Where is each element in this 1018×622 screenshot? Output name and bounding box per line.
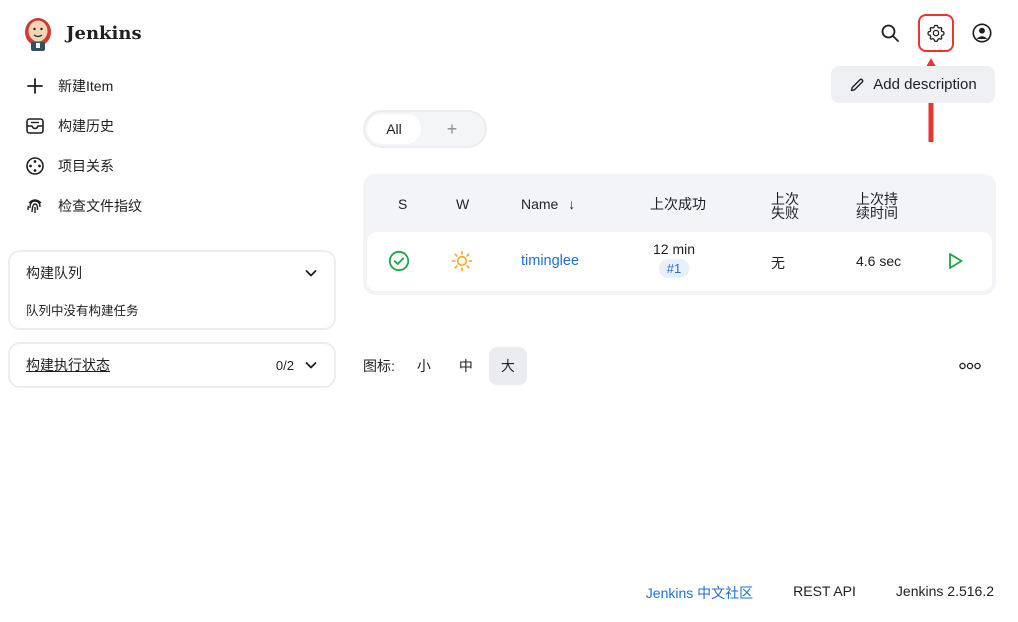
sidebar-item-fingerprint[interactable]: 检查文件指纹 <box>22 186 332 226</box>
chevron-down-icon <box>305 362 317 369</box>
view-tabs: All + <box>363 110 487 148</box>
executor-count: 0/2 <box>275 357 294 373</box>
more-horizontal-icon <box>959 362 981 370</box>
col-last-success-header[interactable]: 上次成功 <box>650 197 706 211</box>
fingerprint-icon <box>24 195 46 217</box>
pencil-icon <box>851 78 864 91</box>
rest-api-link[interactable]: REST API <box>793 583 856 603</box>
executor-status-header: 构建执行状态 0/2 <box>10 344 334 386</box>
sunny-weather-icon <box>451 250 473 275</box>
build-queue-header[interactable]: 构建队列 <box>10 252 334 294</box>
sidebar-item-label: 构建历史 <box>58 118 114 134</box>
col-last-duration-line1: 上次持 <box>856 191 898 207</box>
play-icon <box>949 253 963 269</box>
build-queue-empty: 队列中没有构建任务 <box>26 304 139 318</box>
success-status-icon <box>388 250 410 275</box>
inbox-icon <box>24 115 46 137</box>
sidebar-item-label: 检查文件指纹 <box>58 198 142 214</box>
chevron-down-icon <box>305 270 317 277</box>
sidebar-tasks: 新建Item 构建历史 项目关系 检查文件指纹 <box>22 66 332 226</box>
col-last-duration-line2: 续时间 <box>856 205 898 221</box>
icon-size-label: 图标: <box>363 358 395 374</box>
col-last-duration-header[interactable]: 上次持 续时间 <box>856 192 906 220</box>
more-options-button[interactable] <box>955 356 985 376</box>
col-last-failure-line1: 上次 <box>771 191 799 207</box>
executor-status-right[interactable]: 0/2 <box>276 358 318 373</box>
sidebar-item-build-history[interactable]: 构建历史 <box>22 106 332 146</box>
footer: Jenkins 中文社区 REST API Jenkins 2.516.2 <box>646 583 994 603</box>
icon-size-medium[interactable]: 中 <box>447 347 485 385</box>
col-weather-header[interactable]: W <box>456 197 469 211</box>
sidebar-item-label: 项目关系 <box>58 158 114 174</box>
last-duration-cell: 4.6 sec <box>856 253 902 269</box>
last-failure-cell: 无 <box>771 255 785 271</box>
jenkins-home-link[interactable]: Jenkins <box>22 14 142 52</box>
account-button[interactable] <box>966 16 998 50</box>
new-view-button[interactable]: + <box>421 114 483 144</box>
last-success-cell: 12 min #1 <box>650 241 698 278</box>
brand-name: Jenkins <box>66 22 142 44</box>
gear-icon <box>927 24 945 42</box>
sidebar-item-project-relationship[interactable]: 项目关系 <box>22 146 332 186</box>
tab-all[interactable]: All <box>367 114 421 144</box>
user-circle-icon <box>972 23 992 43</box>
icon-size-small[interactable]: 小 <box>405 347 443 385</box>
add-description-label: Add description <box>873 76 977 93</box>
build-queue-title: 构建队列 <box>26 265 82 281</box>
sidebar-item-new-item[interactable]: 新建Item <box>22 66 332 106</box>
header-actions <box>874 14 998 52</box>
last-success-time: 12 min <box>652 241 696 257</box>
icon-size-large[interactable]: 大 <box>488 347 527 385</box>
build-number-link[interactable]: #1 <box>658 259 690 278</box>
add-description-button[interactable]: Add description <box>831 66 995 103</box>
manage-jenkins-button[interactable] <box>918 14 954 52</box>
projects-table: S W Name ↓ 上次成功 上次 失败 上次持 续时间 timinglee … <box>363 174 996 295</box>
schedule-build-button[interactable] <box>945 251 965 274</box>
icon-size-selector: 图标: 小 中 大 <box>363 347 527 385</box>
col-name-header[interactable]: Name ↓ <box>521 197 575 211</box>
plus-icon <box>24 75 46 97</box>
search-button[interactable] <box>874 16 906 50</box>
job-link[interactable]: timinglee <box>521 253 579 269</box>
col-name-label: Name <box>521 196 559 212</box>
col-last-failure-line2: 失败 <box>771 205 799 221</box>
version-link[interactable]: Jenkins 2.516.2 <box>896 583 994 603</box>
executor-status-pane: 构建执行状态 0/2 <box>8 342 336 388</box>
search-icon <box>881 24 899 42</box>
table-row: timinglee 12 min #1 无 4.6 sec <box>367 232 992 291</box>
col-last-failure-header[interactable]: 上次 失败 <box>771 192 811 220</box>
community-link[interactable]: Jenkins 中文社区 <box>646 583 753 603</box>
executor-status-link[interactable]: 构建执行状态 <box>26 355 110 375</box>
table-header: S W Name ↓ 上次成功 上次 失败 上次持 续时间 <box>363 174 996 234</box>
relationship-icon <box>24 155 46 177</box>
build-queue-pane: 构建队列 队列中没有构建任务 <box>8 250 336 330</box>
col-status-header[interactable]: S <box>398 197 407 211</box>
sort-arrow-icon: ↓ <box>568 196 576 212</box>
jenkins-logo-icon <box>25 18 51 51</box>
sidebar-item-label: 新建Item <box>58 78 114 94</box>
